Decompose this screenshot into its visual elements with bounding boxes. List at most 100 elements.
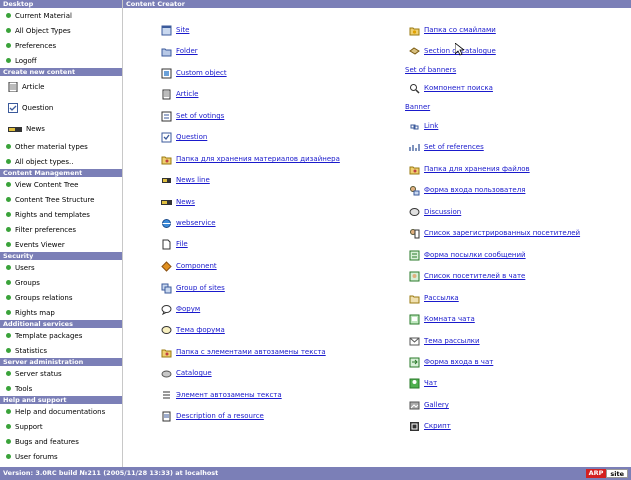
create-item-item-0[interactable]: Папка со смайлами bbox=[409, 24, 496, 36]
sidebar-item-support[interactable]: Support bbox=[0, 419, 122, 434]
create-item-link[interactable]: Set of banners bbox=[405, 66, 456, 74]
create-item-item-11[interactable]: Форма посылки сообщений bbox=[409, 249, 526, 261]
create-item-banner[interactable]: Banner bbox=[405, 101, 430, 113]
create-item-link[interactable]: Banner bbox=[405, 103, 430, 111]
create-item-link[interactable]: Элемент автозамены текста bbox=[176, 391, 282, 399]
sidebar-item-statistics[interactable]: Statistics bbox=[0, 343, 122, 358]
create-item-description-of-a-resource[interactable]: Description of a resource bbox=[161, 410, 264, 422]
create-item-link[interactable]: webservice bbox=[176, 219, 216, 227]
create-item-article[interactable]: Article bbox=[161, 88, 198, 100]
create-item-link[interactable]: Discussion bbox=[424, 208, 461, 216]
create-item-link[interactable]: Component bbox=[176, 262, 217, 270]
sidebar-item-tools[interactable]: Tools bbox=[0, 381, 122, 396]
create-item-item-3[interactable]: Компонент поиска bbox=[409, 82, 493, 94]
create-item-link[interactable]: Папка для хранения файлов bbox=[424, 165, 530, 173]
create-item-link[interactable]: Article bbox=[176, 90, 198, 98]
sidebar-item-view-content-tree[interactable]: View Content Tree bbox=[0, 177, 122, 192]
create-item-webservice[interactable]: webservice bbox=[161, 217, 216, 229]
create-item-component[interactable]: Component bbox=[161, 260, 217, 272]
create-item-link[interactable]: Gallery bbox=[424, 401, 449, 409]
create-item-link[interactable]: Link bbox=[409, 120, 438, 132]
create-item-link[interactable]: Group of sites bbox=[176, 284, 225, 292]
create-item-group-of-sites[interactable]: Group of sites bbox=[161, 282, 225, 294]
sidebar-item-all-object-types[interactable]: All object types.. bbox=[0, 154, 122, 169]
create-item-link[interactable]: Список зарегистрированных посетителей bbox=[424, 229, 580, 237]
create-item-link[interactable]: Тема рассылки bbox=[424, 337, 480, 345]
create-item-link[interactable]: File bbox=[176, 240, 188, 248]
create-item-item-15[interactable]: Тема рассылки bbox=[409, 335, 480, 347]
sidebar-item-logoff[interactable]: Logoff bbox=[0, 53, 122, 68]
sidebar-item-question[interactable]: Question bbox=[0, 97, 122, 118]
create-item-file[interactable]: File bbox=[161, 238, 188, 250]
create-item-set-of-banners[interactable]: Set of banners bbox=[405, 64, 456, 76]
create-item-link[interactable]: Папка с элементами автозамены текста bbox=[176, 348, 326, 356]
sidebar-item-rights-map[interactable]: Rights map bbox=[0, 305, 122, 320]
create-item-question[interactable]: Question bbox=[161, 131, 207, 143]
create-item-item-7[interactable]: Папка для хранения файлов bbox=[409, 163, 530, 175]
sidebar-item-server-status[interactable]: Server status bbox=[0, 366, 122, 381]
create-item-section-of-catalogue[interactable]: Section of catalogue bbox=[409, 45, 496, 57]
create-item-catalogue[interactable]: Catalogue bbox=[161, 367, 212, 379]
create-item-link[interactable]: Link bbox=[424, 122, 438, 130]
sidebar-item-groups[interactable]: Groups bbox=[0, 275, 122, 290]
sidebar-item-groups-relations[interactable]: Groups relations bbox=[0, 290, 122, 305]
create-item-item-17[interactable]: Элемент автозамены текста bbox=[161, 389, 282, 401]
sidebar-item-filter-preferences[interactable]: Filter preferences bbox=[0, 222, 122, 237]
sidebar-item-current-material[interactable]: Current Material bbox=[0, 8, 122, 23]
sidebar-item-users[interactable]: Users bbox=[0, 260, 122, 275]
create-item-link[interactable]: Set of votings bbox=[176, 112, 224, 120]
create-item-item-8[interactable]: Форма входа пользователя bbox=[409, 184, 525, 196]
create-item-item-12[interactable]: Список посетителей в чате bbox=[409, 270, 525, 282]
create-item-link[interactable]: Список посетителей в чате bbox=[424, 272, 525, 280]
create-item-gallery[interactable]: Gallery bbox=[409, 399, 449, 411]
create-item-link[interactable]: Catalogue bbox=[176, 369, 212, 377]
sidebar-item-all-object-types[interactable]: All Object Types bbox=[0, 23, 122, 38]
create-item-link[interactable]: Чат bbox=[424, 379, 437, 387]
create-item-set-of-references[interactable]: Set of references bbox=[409, 141, 484, 153]
sidebar-item-user-forums[interactable]: User forums bbox=[0, 449, 122, 464]
create-item-link[interactable]: News line bbox=[176, 176, 210, 184]
create-item-link[interactable]: Set of references bbox=[424, 143, 484, 151]
create-item-link[interactable]: Question bbox=[176, 133, 207, 141]
create-item-link[interactable]: News bbox=[176, 198, 195, 206]
create-item-news[interactable]: News bbox=[161, 196, 195, 208]
create-item-item-15[interactable]: Папка с элементами автозамены текста bbox=[161, 346, 326, 358]
create-item-news-line[interactable]: News line bbox=[161, 174, 210, 186]
create-item-link[interactable]: Рассылка bbox=[424, 294, 459, 302]
sidebar-item-preferences[interactable]: Preferences bbox=[0, 38, 122, 53]
sidebar-item-events-viewer[interactable]: Events Viewer bbox=[0, 237, 122, 252]
create-item-link[interactable]: Custom object bbox=[176, 69, 227, 77]
create-item-link[interactable]: Форма входа в чат bbox=[424, 358, 493, 366]
create-item-link[interactable]: Site bbox=[176, 26, 189, 34]
sidebar-item-template-packages[interactable]: Template packages bbox=[0, 328, 122, 343]
create-item-link[interactable]: Папка со смайлами bbox=[424, 26, 496, 34]
create-item-link[interactable]: Скрипт bbox=[424, 422, 451, 430]
create-item-folder[interactable]: Folder bbox=[161, 45, 198, 57]
create-item-link[interactable]: Folder bbox=[176, 47, 198, 55]
sidebar-item-other-material-types[interactable]: Other material types bbox=[0, 139, 122, 154]
sidebar-item-rights-and-templates[interactable]: Rights and templates bbox=[0, 207, 122, 222]
sidebar-item-article[interactable]: Article bbox=[0, 76, 122, 97]
sidebar-item-news[interactable]: News bbox=[0, 118, 122, 139]
create-item-item-19[interactable]: Скрипт bbox=[409, 420, 451, 432]
create-item-item-17[interactable]: Чат bbox=[409, 377, 437, 389]
create-item-link[interactable]: Форма посылки сообщений bbox=[424, 251, 526, 259]
create-item-item-13[interactable]: Рассылка bbox=[409, 292, 459, 304]
create-item-link[interactable]: Description of a resource bbox=[176, 412, 264, 420]
create-item-link[interactable]: Форма входа пользователя bbox=[424, 186, 525, 194]
create-item-item-16[interactable]: Форма входа в чат bbox=[409, 356, 493, 368]
sidebar-item-content-tree-structure[interactable]: Content Tree Structure bbox=[0, 192, 122, 207]
create-item-discussion[interactable]: Discussion bbox=[409, 206, 461, 218]
create-item-link[interactable]: Комната чата bbox=[424, 315, 475, 323]
create-item-item-14[interactable]: Комната чата bbox=[409, 313, 475, 325]
create-item-link[interactable]: Компонент поиска bbox=[424, 84, 493, 92]
create-item-site[interactable]: Site bbox=[161, 24, 189, 36]
create-item-item-6[interactable]: Папка для хранения материалов дизайнера bbox=[161, 153, 340, 165]
create-item-link[interactable]: Папка для хранения материалов дизайнера bbox=[176, 155, 340, 163]
create-item-set-of-votings[interactable]: Set of votings bbox=[161, 110, 224, 122]
create-item-custom-object[interactable]: Custom object bbox=[161, 67, 227, 79]
create-item-item-14[interactable]: Тема форума bbox=[161, 324, 225, 336]
create-item-link[interactable]: Форум bbox=[176, 305, 200, 313]
create-item-link[interactable]: Тема форума bbox=[176, 326, 225, 334]
create-item-item-13[interactable]: Форум bbox=[161, 303, 200, 315]
